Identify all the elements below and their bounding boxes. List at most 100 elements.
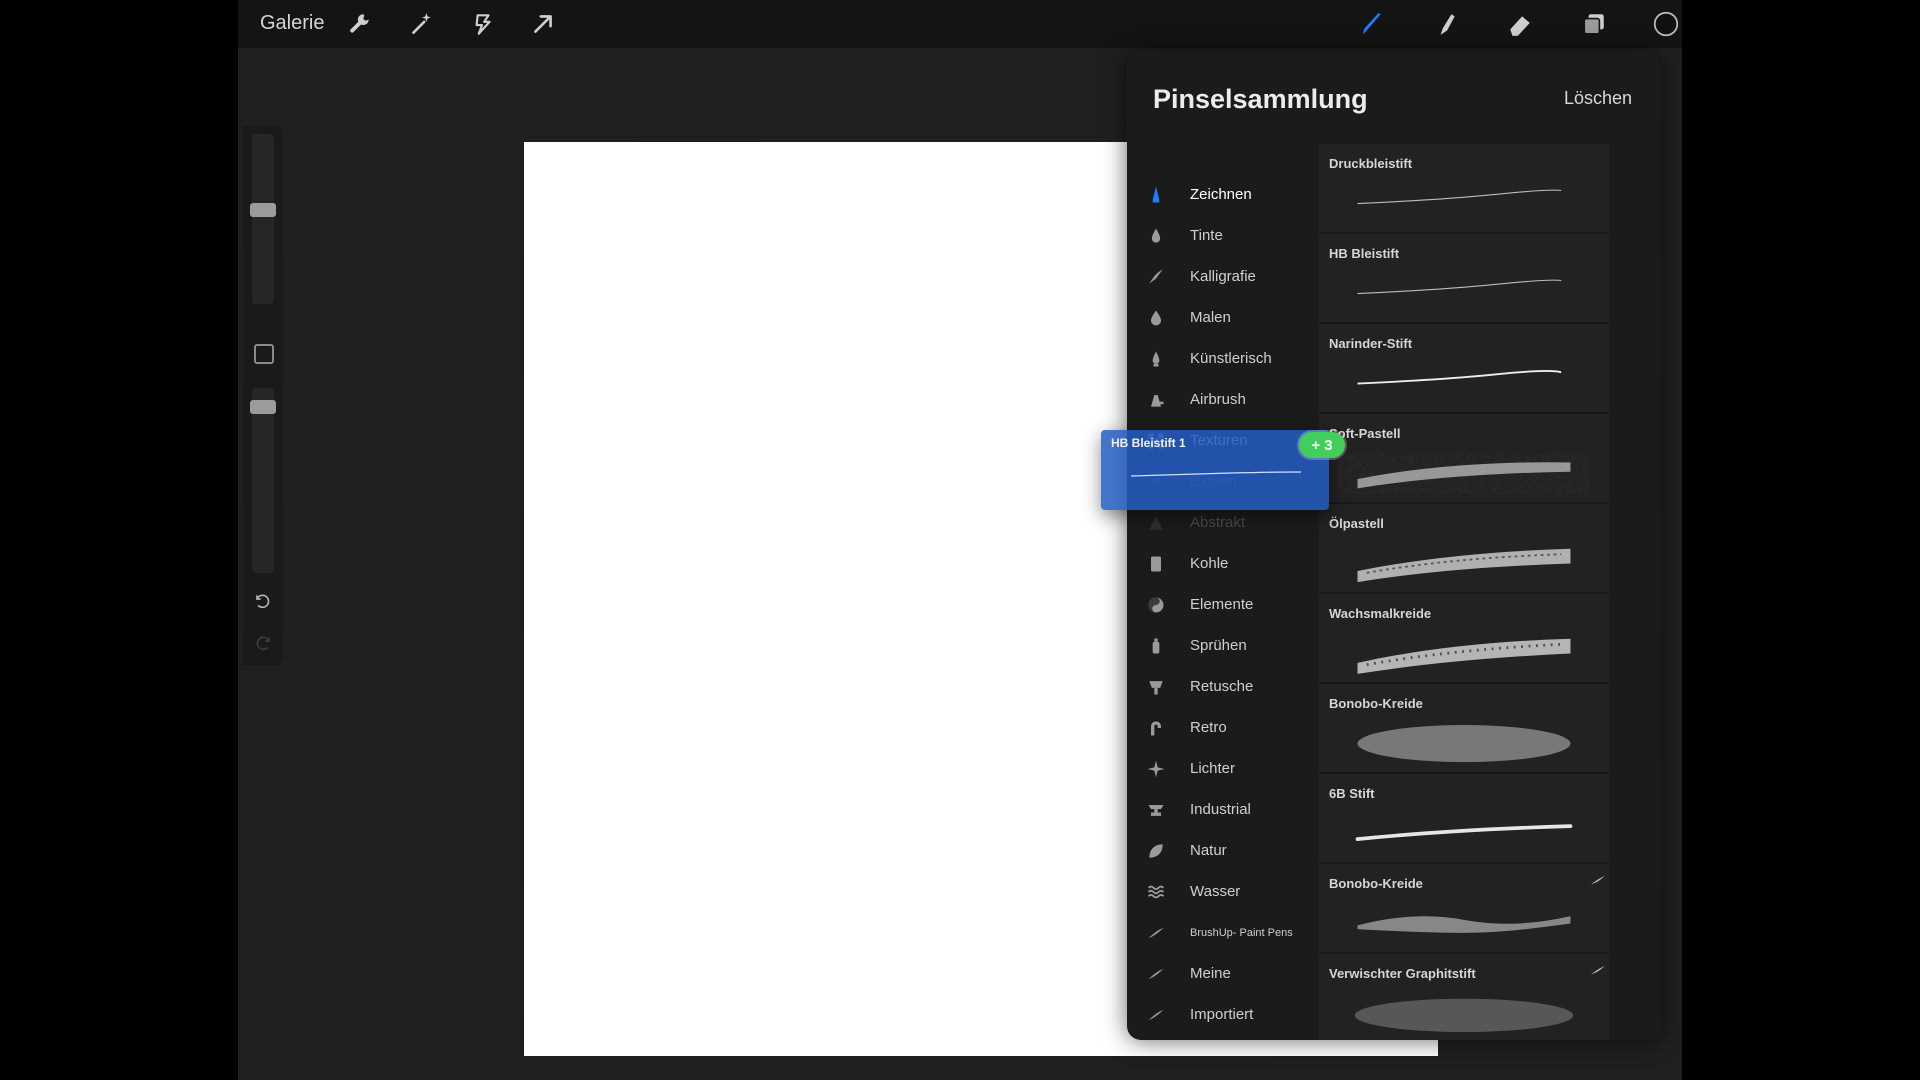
brush-set-item[interactable]: Retro xyxy=(1127,707,1309,748)
opacity-thumb[interactable] xyxy=(250,400,276,414)
brush-name: Wachsmalkreide xyxy=(1329,606,1432,621)
ink-drop-icon xyxy=(1145,225,1167,247)
brush-icon[interactable] xyxy=(1358,10,1386,38)
brush-set-label: Industrial xyxy=(1190,801,1251,818)
leaf-icon xyxy=(1145,840,1167,862)
brush-set-label: Meine xyxy=(1190,965,1231,982)
brush-name: Ölpastell xyxy=(1329,516,1384,531)
selection-icon[interactable] xyxy=(468,10,496,38)
wrench-icon[interactable] xyxy=(346,10,374,38)
brush-set-label: Kalligrafie xyxy=(1190,268,1256,285)
brush-set-item[interactable]: Lichter xyxy=(1127,748,1309,789)
opacity-slider[interactable] xyxy=(252,388,274,573)
brush-item[interactable]: Verwischter Graphitstift xyxy=(1319,954,1609,1040)
brush-set-item[interactable]: Elemente xyxy=(1127,584,1309,625)
brush-size-slider[interactable] xyxy=(252,134,274,304)
dragged-brush-stroke xyxy=(1130,471,1302,477)
brush-name: Druckbleistift xyxy=(1329,156,1413,171)
gallery-button[interactable]: Galerie xyxy=(260,12,324,35)
brush-set-label: Wasser xyxy=(1190,883,1241,900)
smudge-icon[interactable] xyxy=(1432,10,1460,38)
brush-item[interactable]: Ölpastell xyxy=(1319,504,1609,594)
brush-list: Druckbleistift HB Bleistift Narinder-Stift… xyxy=(1319,144,1609,1040)
brush-item[interactable]: HB Bleistift xyxy=(1319,234,1609,324)
brush-set-item[interactable]: Natur xyxy=(1127,830,1309,871)
transform-arrow-icon[interactable] xyxy=(529,10,557,38)
brush-library-panel: Pinselsammlung Löschen Zeichnen Tinte Kall… xyxy=(1127,52,1660,1040)
paint-drop-icon xyxy=(1145,307,1167,329)
brush-size-thumb[interactable] xyxy=(250,203,276,217)
eraser-icon[interactable] xyxy=(1506,10,1534,38)
brush-name: HB Bleistift xyxy=(1329,246,1400,261)
procreate-app: Galerie Pinselsammlung Löschen Zeichnen … xyxy=(238,0,1682,1080)
brush-stroke-preview xyxy=(1357,189,1562,205)
brush-set-label: Natur xyxy=(1190,842,1227,859)
brush-stroke-preview xyxy=(1357,548,1571,583)
retouch-icon xyxy=(1145,676,1167,698)
brush-name: Narinder-Stift xyxy=(1329,336,1413,351)
redo-icon[interactable] xyxy=(253,634,273,654)
brush-set-label: Malen xyxy=(1190,309,1231,326)
brush-set-item[interactable]: Tinte xyxy=(1127,215,1309,256)
brush-item[interactable]: Narinder-Stift xyxy=(1319,324,1609,414)
brush-stroke-preview xyxy=(1355,824,1573,841)
undo-icon[interactable] xyxy=(253,592,273,612)
brush-set-item[interactable]: Airbrush xyxy=(1127,379,1309,420)
layers-icon[interactable] xyxy=(1580,10,1608,38)
brush-stroke-preview xyxy=(1354,998,1574,1033)
brush-set-item[interactable]: Wasser xyxy=(1127,871,1309,912)
calligraphy-icon xyxy=(1145,266,1167,288)
delete-button[interactable]: Löschen xyxy=(1564,88,1632,109)
brush-name: 6B Stift xyxy=(1329,786,1375,801)
waves-icon xyxy=(1145,881,1167,903)
spray-can-icon xyxy=(1145,635,1167,657)
brush-item[interactable]: Bonobo-Kreide xyxy=(1319,864,1609,954)
dragged-brush-name: HB Bleistift 1 xyxy=(1111,436,1186,450)
panel-title: Pinselsammlung xyxy=(1153,84,1368,114)
brush-set-item[interactable]: BrushUp- Paint Pens xyxy=(1127,912,1309,953)
brush-set-label: Airbrush xyxy=(1190,391,1246,408)
brush-name: Bonobo-Kreide xyxy=(1329,876,1423,891)
brush-set-label: Importiert xyxy=(1190,1006,1254,1023)
stroke-icon xyxy=(1145,922,1167,944)
imported-stroke-icon xyxy=(1591,966,1605,974)
brush-set-item[interactable]: Sprühen xyxy=(1127,625,1309,666)
brush-stroke-preview xyxy=(1357,370,1562,385)
brush-set-label: Zeichnen xyxy=(1190,186,1252,203)
imported-stroke-icon xyxy=(1591,876,1605,884)
brush-item[interactable]: Druckbleistift xyxy=(1319,144,1609,234)
brush-set-item[interactable]: Importiert xyxy=(1127,994,1309,1035)
brush-set-item[interactable]: Industrial xyxy=(1127,789,1309,830)
brush-set-item[interactable]: Zeichnen xyxy=(1127,174,1309,215)
modify-button[interactable] xyxy=(254,344,274,364)
brush-item[interactable]: 6B Stift xyxy=(1319,774,1609,864)
brush-set-item[interactable]: Meine xyxy=(1127,953,1309,994)
brush-set-item[interactable]: Kohle xyxy=(1127,543,1309,584)
magic-wand-icon[interactable] xyxy=(407,10,435,38)
brush-item[interactable]: Bonobo-Kreide xyxy=(1319,684,1609,774)
artistic-drop-icon xyxy=(1145,348,1167,370)
pencil-tip-icon xyxy=(1145,184,1167,206)
brush-item[interactable]: Wachsmalkreide xyxy=(1319,594,1609,684)
brush-set-label: BrushUp- Paint Pens xyxy=(1190,926,1293,939)
brush-stroke-preview xyxy=(1357,638,1571,674)
brush-set-label: Kohle xyxy=(1190,555,1229,572)
brush-set-item[interactable]: Retusche xyxy=(1127,666,1309,707)
color-swatch-icon[interactable] xyxy=(1652,10,1680,38)
brush-set-item[interactable]: Künstlerisch xyxy=(1127,338,1309,379)
brush-set-label: Künstlerisch xyxy=(1190,350,1272,367)
anvil-icon xyxy=(1145,799,1167,821)
brush-set-label: Retusche xyxy=(1190,678,1254,695)
brush-set-item[interactable]: Kalligrafie xyxy=(1127,256,1309,297)
drag-count-badge: + 3 xyxy=(1299,432,1345,458)
sparkle-icon xyxy=(1145,758,1167,780)
yin-yang-icon xyxy=(1145,594,1167,616)
left-sidebar xyxy=(243,126,283,666)
dragged-brush-card[interactable]: HB Bleistift 1 xyxy=(1101,430,1329,510)
brush-set-label: Retro xyxy=(1190,719,1227,736)
abstract2-icon xyxy=(1145,512,1167,534)
brush-set-label: Abstrakt xyxy=(1190,514,1246,531)
brush-item[interactable]: Soft-Pastell xyxy=(1319,414,1609,504)
brush-set-item[interactable]: Malen xyxy=(1127,297,1309,338)
brush-stroke-preview xyxy=(1357,456,1571,491)
